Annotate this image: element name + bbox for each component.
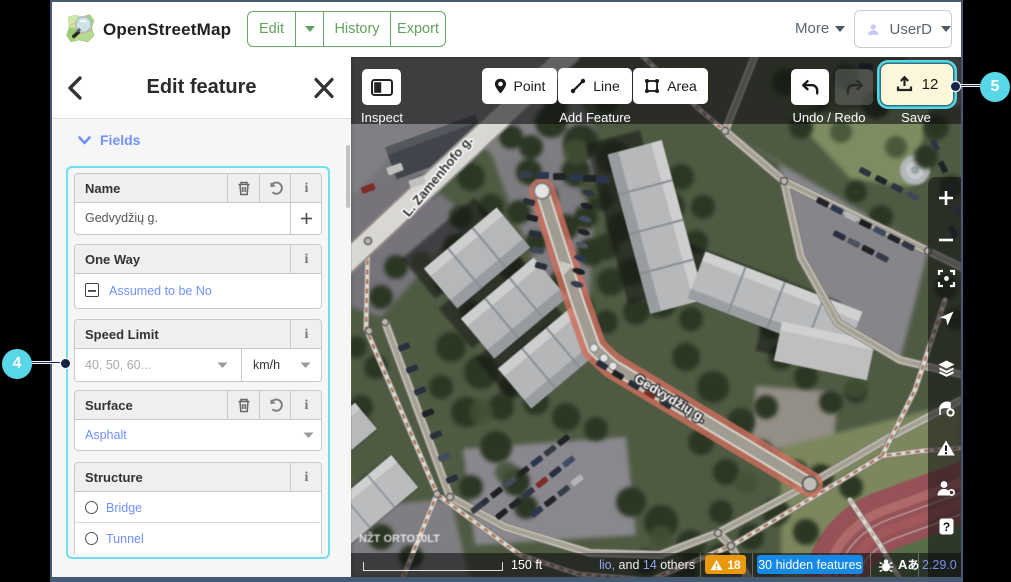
svg-text:NŽT ORTO10LT: NŽT ORTO10LT <box>359 532 440 545</box>
svg-text:?: ? <box>942 520 949 534</box>
